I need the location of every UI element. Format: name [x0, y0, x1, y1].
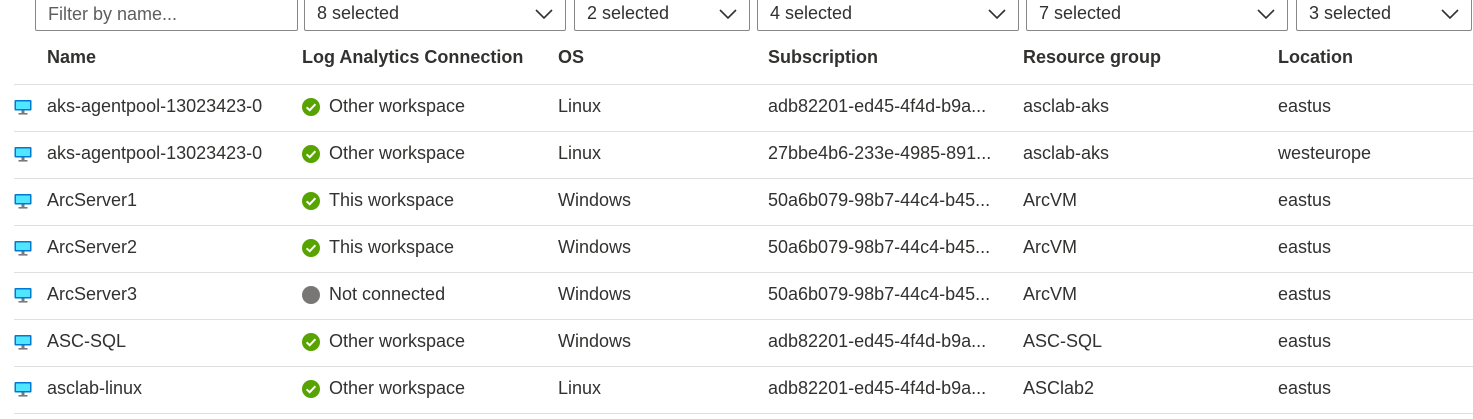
os-value: Windows — [558, 237, 632, 257]
checkmark-circle-icon — [302, 333, 320, 351]
virtual-machine-icon — [14, 147, 32, 162]
subscription-value: 50a6b079-98b7-44c4-b45... — [768, 284, 991, 304]
resource-group-filter-dropdown[interactable]: 7 selected — [1026, 0, 1288, 31]
location-value: eastus — [1278, 378, 1332, 398]
resource-group-value: ArcVM — [1023, 190, 1077, 210]
connection-status: Other workspace — [329, 143, 466, 163]
column-header-os[interactable]: OS — [558, 47, 584, 68]
location-value: eastus — [1278, 190, 1332, 210]
vm-name[interactable]: ArcServer3 — [47, 284, 287, 305]
not-connected-circle-icon — [302, 286, 320, 304]
checkmark-circle-icon — [302, 145, 320, 163]
column-header-connection[interactable]: Log Analytics Connection — [302, 47, 523, 68]
connection-status: This workspace — [329, 237, 455, 257]
vm-name[interactable]: aks-agentpool-13023423-0 — [47, 96, 287, 117]
resource-group-value: ASC-SQL — [1023, 331, 1103, 351]
chevron-down-icon — [719, 9, 737, 20]
checkmark-circle-icon — [302, 192, 320, 210]
vm-name[interactable]: aks-agentpool-13023423-0 — [47, 143, 287, 164]
virtual-machine-icon — [14, 194, 32, 209]
checkmark-circle-icon — [302, 98, 320, 116]
virtual-machine-icon — [14, 335, 32, 350]
table-row[interactable]: ArcServer3 Not connected Windows 50a6b07… — [14, 272, 1473, 319]
subscription-value: 50a6b079-98b7-44c4-b45... — [768, 237, 991, 257]
virtual-machine-icon — [14, 288, 32, 303]
subscription-value: 50a6b079-98b7-44c4-b45... — [768, 190, 991, 210]
resource-group-value: asclab-aks — [1023, 96, 1110, 116]
resource-group-value: ArcVM — [1023, 237, 1077, 257]
checkmark-circle-icon — [302, 380, 320, 398]
os-value: Linux — [558, 378, 602, 398]
table-bottom-divider — [14, 413, 1473, 414]
connection-status: Other workspace — [329, 331, 466, 351]
column-header-name[interactable]: Name — [47, 47, 96, 68]
dropdown-label: 7 selected — [1039, 3, 1122, 23]
location-value: eastus — [1278, 331, 1332, 351]
vm-name[interactable]: ASC-SQL — [47, 331, 287, 352]
dropdown-label: 3 selected — [1309, 3, 1392, 23]
table-row[interactable]: ArcServer2 This workspace Windows 50a6b0… — [14, 225, 1473, 272]
virtual-machine-icon — [14, 382, 32, 397]
location-filter-dropdown[interactable]: 3 selected — [1296, 0, 1472, 31]
column-header-location[interactable]: Location — [1278, 47, 1353, 68]
connection-status: Other workspace — [329, 96, 466, 116]
os-value: Linux — [558, 96, 602, 116]
table-row[interactable]: aks-agentpool-13023423-0 Other workspace… — [14, 131, 1473, 178]
virtual-machine-icon — [14, 241, 32, 256]
filter-bar: 8 selected 2 selected 4 selected 7 selec… — [0, 0, 1473, 32]
table-row[interactable]: ArcServer1 This workspace Windows 50a6b0… — [14, 178, 1473, 225]
location-value: eastus — [1278, 96, 1332, 116]
os-value: Linux — [558, 143, 602, 163]
filter-by-name-input[interactable] — [35, 0, 298, 31]
table-row[interactable]: ASC-SQL Other workspace Windows adb82201… — [14, 319, 1473, 366]
location-value: eastus — [1278, 237, 1332, 257]
resource-group-value: ArcVM — [1023, 284, 1077, 304]
connection-status: Other workspace — [329, 378, 466, 398]
subscription-value: adb82201-ed45-4f4d-b9a... — [768, 96, 987, 116]
table-row[interactable]: asclab-linux Other workspace Linux adb82… — [14, 366, 1473, 413]
location-value: eastus — [1278, 284, 1332, 304]
chevron-down-icon — [1441, 9, 1459, 20]
connection-status: Not connected — [329, 284, 446, 304]
column-header-subscription[interactable]: Subscription — [768, 47, 878, 68]
subscription-value: adb82201-ed45-4f4d-b9a... — [768, 331, 987, 351]
dropdown-label: 8 selected — [317, 3, 400, 23]
os-filter-dropdown[interactable]: 2 selected — [574, 0, 750, 31]
vm-name[interactable]: asclab-linux — [47, 378, 287, 399]
table-header: Name Log Analytics Connection OS Subscri… — [0, 36, 1473, 84]
location-value: westeurope — [1278, 143, 1372, 163]
chevron-down-icon — [535, 9, 553, 20]
chevron-down-icon — [1257, 9, 1275, 20]
checkmark-circle-icon — [302, 239, 320, 257]
vm-name[interactable]: ArcServer2 — [47, 237, 287, 258]
subscription-value: 27bbe4b6-233e-4985-891... — [768, 143, 992, 163]
column-header-resource-group[interactable]: Resource group — [1023, 47, 1161, 68]
vm-name[interactable]: ArcServer1 — [47, 190, 287, 211]
chevron-down-icon — [988, 9, 1006, 20]
subscription-filter-dropdown[interactable]: 4 selected — [757, 0, 1019, 31]
os-value: Windows — [558, 331, 632, 351]
subscription-value: adb82201-ed45-4f4d-b9a... — [768, 378, 987, 398]
connection-filter-dropdown[interactable]: 8 selected — [304, 0, 566, 31]
resource-group-value: ASClab2 — [1023, 378, 1095, 398]
os-value: Windows — [558, 190, 632, 210]
dropdown-label: 2 selected — [587, 3, 670, 23]
connection-status: This workspace — [329, 190, 455, 210]
os-value: Windows — [558, 284, 632, 304]
virtual-machine-icon — [14, 100, 32, 115]
dropdown-label: 4 selected — [770, 3, 853, 23]
table-row[interactable]: aks-agentpool-13023423-0 Other workspace… — [14, 84, 1473, 131]
resource-group-value: asclab-aks — [1023, 143, 1110, 163]
